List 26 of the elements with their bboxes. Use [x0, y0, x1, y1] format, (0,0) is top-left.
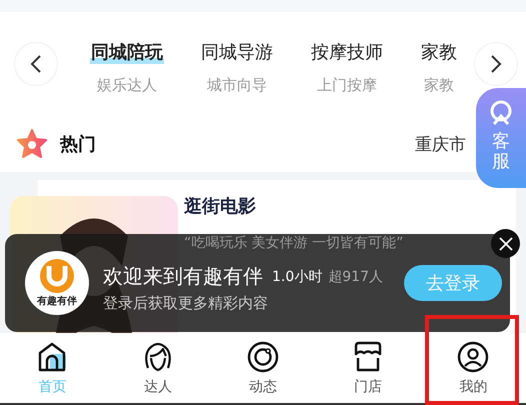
tab-bar-item[interactable]: 动态: [210, 333, 316, 403]
profile-icon: [456, 340, 490, 374]
tab-bar-item[interactable]: 我的: [420, 333, 526, 403]
app-logo: 有趣有伴: [25, 251, 89, 315]
previous-button[interactable]: [14, 42, 58, 86]
card-quote: “吃喝玩乐 美女伴游 一切皆有可能”: [184, 234, 404, 252]
section-title: 热门: [60, 133, 96, 156]
star-icon: [16, 129, 48, 159]
category-tab[interactable]: 按摩技师 上门按摩: [310, 42, 384, 95]
close-icon: [498, 236, 512, 250]
camera-icon: [246, 340, 280, 374]
chevron-left-icon: [29, 54, 43, 74]
city-label[interactable]: 重庆市: [415, 132, 466, 156]
category-tab[interactable]: 家教 家教: [420, 42, 458, 95]
u-logo-icon: [39, 258, 75, 292]
dialog-subtitle: 登录后获取更多精彩内容: [103, 294, 268, 313]
category-tab[interactable]: 同城导游 城市向导: [200, 42, 274, 95]
next-button[interactable]: [474, 42, 518, 86]
card-title: 逛街电影: [184, 195, 257, 218]
duration-label: 1.0小时: [272, 268, 322, 286]
chevron-right-icon: [489, 54, 503, 74]
sold-count: 超917人: [328, 268, 383, 286]
dialog-title: 欢迎来到有趣有伴: [103, 263, 264, 290]
tab-bar-item[interactable]: 门店: [316, 333, 421, 403]
tab-bar-item[interactable]: 达人: [105, 333, 210, 403]
category-tab[interactable]: 同城陪玩 娱乐达人: [90, 42, 164, 95]
